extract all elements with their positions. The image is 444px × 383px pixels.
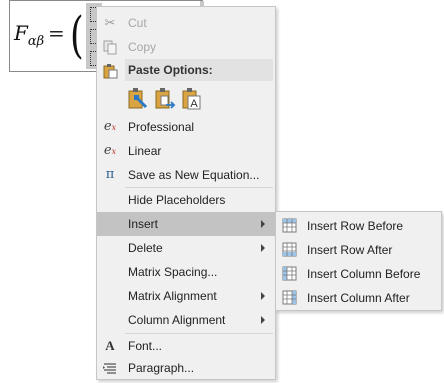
menu-item-insert[interactable]: Insert	[97, 212, 275, 236]
submenu-item-insert-row-before[interactable]: Insert Row Before	[276, 214, 441, 238]
menu-item-font[interactable]: A Font...	[97, 334, 275, 358]
insert-column-after-label: Insert Column After	[307, 291, 410, 305]
pi-equation-icon: π	[105, 167, 115, 182]
submenu-arrow-icon	[261, 244, 265, 252]
scissors-icon: ✂	[104, 15, 116, 30]
submenu-arrow-icon	[261, 220, 265, 228]
menu-item-save-as-new-equation[interactable]: π Save as New Equation...	[97, 163, 275, 187]
font-label: Font...	[128, 339, 163, 353]
equation-lhs: Fαβ	[14, 21, 45, 49]
matrix-open-paren: (	[70, 6, 84, 64]
paste-options-header: Paste Options:	[125, 59, 273, 81]
save-as-new-equation-label: Save as New Equation...	[128, 168, 260, 182]
matrix-alignment-label: Matrix Alignment	[128, 289, 217, 303]
paste-merge-formatting-icon[interactable]	[154, 87, 176, 111]
matrix-spacing-label: Matrix Spacing...	[128, 265, 218, 279]
paragraph-icon	[102, 360, 118, 376]
submenu-item-insert-column-before[interactable]: Insert Column Before	[276, 262, 441, 286]
menu-item-paragraph[interactable]: Paragraph...	[97, 356, 275, 380]
menu-item-column-alignment[interactable]: Column Alignment	[97, 308, 275, 332]
insert-column-after-icon	[282, 290, 297, 305]
column-alignment-label: Column Alignment	[128, 313, 226, 327]
insert-row-before-label: Insert Row Before	[307, 219, 404, 233]
menu-item-copy[interactable]: Copy	[97, 35, 275, 59]
hide-placeholders-label: Hide Placeholders	[128, 193, 226, 207]
linear-equation-icon: ex	[103, 143, 117, 158]
context-menu: ✂ Cut Copy Paste Options: A ex Professio…	[96, 6, 276, 380]
paragraph-label: Paragraph...	[128, 361, 195, 375]
paste-icon	[102, 63, 118, 79]
insert-column-before-label: Insert Column Before	[307, 267, 421, 281]
menu-item-linear[interactable]: ex Linear	[97, 139, 275, 163]
insert-row-after-label: Insert Row After	[307, 243, 393, 257]
submenu-arrow-icon	[261, 316, 265, 324]
menu-item-matrix-spacing[interactable]: Matrix Spacing...	[97, 260, 275, 284]
paste-keep-formatting-icon[interactable]	[127, 87, 149, 111]
submenu-item-insert-column-after[interactable]: Insert Column After	[276, 286, 441, 310]
svg-text:A: A	[190, 98, 198, 110]
menu-item-hide-placeholders[interactable]: Hide Placeholders	[97, 188, 275, 212]
submenu-item-insert-row-after[interactable]: Insert Row After	[276, 238, 441, 262]
professional-label: Professional	[128, 120, 195, 134]
delete-label: Delete	[128, 241, 163, 255]
insert-row-after-icon	[282, 242, 297, 257]
menu-item-professional[interactable]: ex Professional	[97, 115, 275, 139]
equals-sign: =	[48, 21, 65, 45]
insert-submenu: Insert Row Before Insert Row After Inser…	[275, 211, 442, 311]
linear-label: Linear	[128, 144, 162, 158]
menu-item-matrix-alignment[interactable]: Matrix Alignment	[97, 284, 275, 308]
cut-label: Cut	[128, 16, 147, 30]
insert-row-before-icon	[282, 218, 297, 233]
professional-equation-icon: ex	[103, 119, 117, 134]
submenu-arrow-icon	[261, 292, 265, 300]
copy-icon	[102, 39, 118, 55]
paste-keep-text-only-icon[interactable]: A	[181, 87, 203, 111]
insert-column-before-icon	[282, 266, 297, 281]
copy-label: Copy	[128, 40, 157, 54]
font-icon: A	[105, 338, 115, 353]
insert-label: Insert	[128, 217, 159, 231]
menu-item-cut[interactable]: ✂ Cut	[97, 11, 275, 35]
menu-item-delete[interactable]: Delete	[97, 236, 275, 260]
paste-options-label: Paste Options:	[128, 63, 213, 77]
